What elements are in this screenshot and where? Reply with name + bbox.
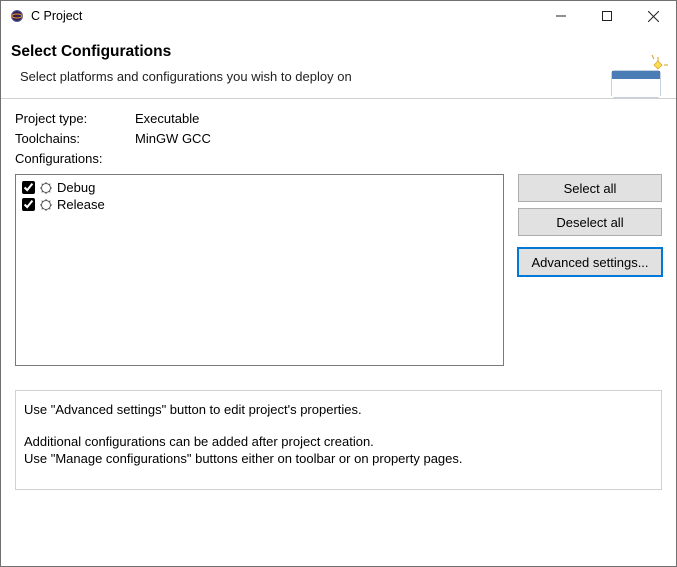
page-title: Select Configurations [11, 43, 666, 61]
info-grid: Project type: Executable Toolchains: Min… [15, 111, 662, 166]
config-label: Release [57, 197, 105, 212]
hint-line-3: Use "Manage configurations" buttons eith… [24, 451, 463, 466]
maximize-button[interactable] [584, 1, 630, 31]
configurations-label: Configurations: [15, 151, 135, 166]
wizard-header: Select Configurations Select platforms a… [1, 31, 676, 99]
deselect-all-button[interactable]: Deselect all [518, 208, 662, 236]
list-item[interactable]: Release [18, 196, 501, 213]
page-subtitle: Select platforms and configurations you … [11, 69, 666, 84]
hint-line-2: Additional configurations can be added a… [24, 434, 374, 449]
list-item[interactable]: Debug [18, 179, 501, 196]
project-type-label: Project type: [15, 111, 135, 126]
side-buttons: Select all Deselect all Advanced setting… [518, 174, 662, 276]
window-title: C Project [31, 9, 538, 23]
toolchains-label: Toolchains: [15, 131, 135, 146]
hints-panel: Use "Advanced settings" button to edit p… [15, 390, 662, 490]
project-type-value: Executable [135, 111, 662, 126]
eclipse-icon [9, 8, 25, 24]
config-label: Debug [57, 180, 95, 195]
toolchains-value: MinGW GCC [135, 131, 662, 146]
config-icon [39, 181, 53, 195]
titlebar[interactable]: C Project [1, 1, 676, 31]
configurations-listbox[interactable]: Debug Release [15, 174, 504, 366]
wizard-content: Project type: Executable Toolchains: Min… [1, 99, 676, 498]
advanced-settings-button[interactable]: Advanced settings... [518, 248, 662, 276]
select-all-button[interactable]: Select all [518, 174, 662, 202]
close-button[interactable] [630, 1, 676, 31]
wizard-banner-icon [606, 43, 670, 107]
minimize-button[interactable] [538, 1, 584, 31]
config-checkbox[interactable] [22, 198, 35, 211]
hint-line-1: Use "Advanced settings" button to edit p… [24, 401, 653, 419]
config-icon [39, 198, 53, 212]
config-checkbox[interactable] [22, 181, 35, 194]
